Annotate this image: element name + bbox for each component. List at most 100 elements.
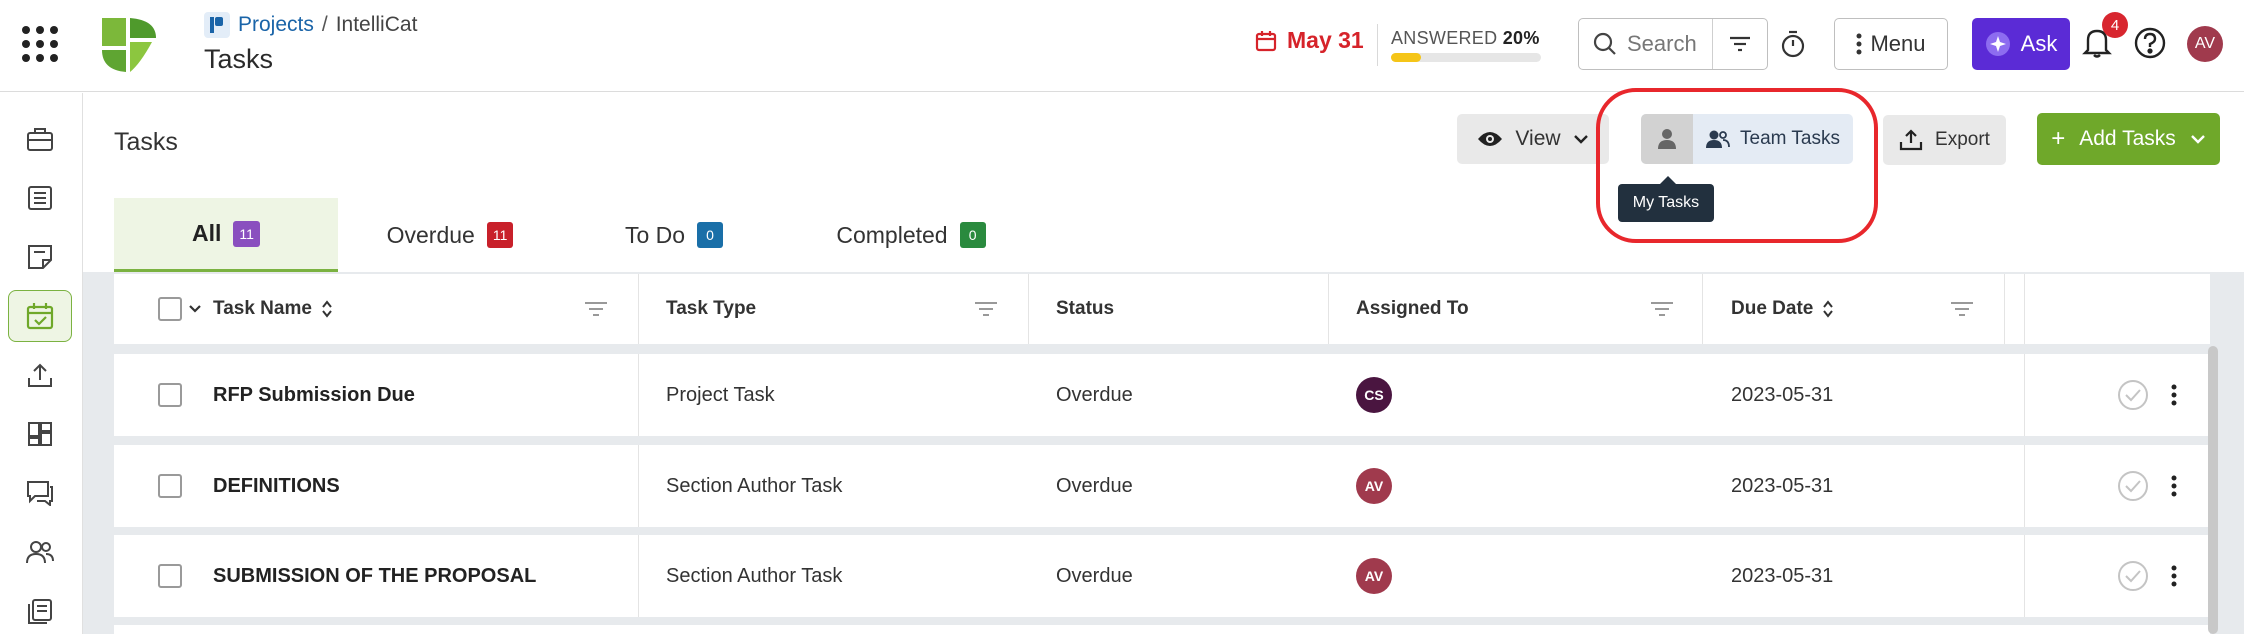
column-assigned-to[interactable]: Assigned To: [1356, 274, 1469, 344]
user-avatar[interactable]: AV: [2187, 26, 2223, 62]
column-label: Status: [1056, 298, 1115, 319]
filter-icon[interactable]: [584, 300, 608, 318]
tab-overdue[interactable]: Overdue 11: [338, 198, 562, 272]
filter-icon: [1730, 36, 1750, 52]
app-logo[interactable]: [100, 16, 158, 74]
table-header: Task Name Task Type Status Assigned To D…: [114, 274, 2210, 344]
row-checkbox[interactable]: [158, 474, 182, 498]
sidebar-item-briefcase[interactable]: [8, 113, 72, 165]
apps-grid-icon[interactable]: [20, 24, 60, 64]
sidebar-item-upload[interactable]: [8, 349, 72, 401]
table-row[interactable]: SUBMISSION OF THE PROPOSAL Section Autho…: [114, 535, 2210, 617]
notifications-button[interactable]: 4: [2082, 12, 2128, 63]
sidebar-item-list[interactable]: [8, 172, 72, 224]
search-filter-button[interactable]: [1713, 35, 1767, 53]
answered-progress-label: ANSWERED 20%: [1391, 28, 1540, 49]
breadcrumb-separator: /: [321, 13, 328, 36]
column-label: Due Date: [1731, 298, 1814, 319]
tab-all[interactable]: All 11: [114, 198, 338, 272]
view-dropdown-button[interactable]: View: [1457, 114, 1609, 164]
row-checkbox[interactable]: [158, 564, 182, 588]
filter-icon[interactable]: [1950, 300, 1974, 318]
task-name-cell[interactable]: DEFINITIONS: [213, 445, 340, 527]
export-button[interactable]: Export: [1883, 115, 2006, 165]
filter-icon[interactable]: [1650, 300, 1674, 318]
notification-count-badge: 4: [2102, 12, 2128, 38]
assignee-avatar[interactable]: AV: [1356, 468, 1392, 504]
search-input[interactable]: Search: [1579, 19, 1713, 69]
check-circle-icon[interactable]: [2117, 379, 2149, 411]
tab-count-badge: 11: [233, 220, 260, 247]
kebab-icon[interactable]: [2171, 565, 2177, 587]
sidebar-item-notes[interactable]: [8, 231, 72, 283]
calendar-check-icon: [26, 303, 54, 330]
filter-icon[interactable]: [974, 300, 998, 318]
task-type-cell: Section Author Task: [666, 474, 843, 497]
column-task-type[interactable]: Task Type: [666, 274, 756, 344]
chevron-down-icon[interactable]: [188, 304, 202, 314]
task-name-cell[interactable]: SUBMISSION OF THE PROPOSAL: [213, 535, 536, 617]
status-cell: Overdue: [1056, 383, 1133, 406]
briefcase-icon: [27, 128, 53, 151]
sort-icon[interactable]: [1823, 300, 1834, 318]
column-divider: [638, 354, 639, 436]
due-date-indicator[interactable]: May 31: [1255, 27, 1364, 54]
menu-button[interactable]: Menu: [1834, 18, 1948, 70]
column-status[interactable]: Status: [1056, 274, 1114, 344]
check-circle-icon[interactable]: [2117, 470, 2149, 502]
assignee-avatar[interactable]: AV: [1356, 558, 1392, 594]
row-select: [158, 445, 182, 527]
add-tasks-label: Add Tasks: [2079, 127, 2176, 150]
assignee-avatar[interactable]: CS: [1356, 377, 1392, 413]
table-row[interactable]: DEFINITIONS Section Author Task Overdue …: [114, 445, 2210, 527]
sidebar-item-chat[interactable]: [8, 467, 72, 519]
breadcrumb-current[interactable]: IntelliCat: [336, 13, 418, 37]
highlight-annotation: [1596, 88, 1878, 243]
users-icon: [26, 541, 54, 564]
note-icon: [28, 245, 52, 269]
column-divider: [2024, 354, 2025, 436]
row-checkbox[interactable]: [158, 383, 182, 407]
timer-icon[interactable]: [1780, 29, 1806, 59]
tab-count-badge: 0: [697, 222, 724, 248]
table-row: [114, 625, 2210, 634]
add-tasks-button[interactable]: + Add Tasks: [2037, 113, 2220, 165]
assignee-cell: AV: [1356, 535, 1392, 617]
tab-todo[interactable]: To Do 0: [562, 198, 786, 272]
column-divider: [1028, 274, 1029, 344]
sparkle-icon: [1985, 32, 2010, 56]
tab-count-badge: 11: [486, 222, 514, 248]
eye-icon: [1478, 132, 1503, 146]
select-all-header: [158, 274, 202, 344]
sidebar-item-tasks[interactable]: [8, 290, 72, 342]
view-label: View: [1515, 127, 1561, 150]
header-divider: [1377, 24, 1378, 66]
sidebar-item-library[interactable]: [8, 585, 72, 637]
ask-button[interactable]: Ask: [1972, 18, 2070, 70]
sidebar: [0, 93, 83, 634]
sort-icon[interactable]: [322, 300, 332, 318]
tab-completed[interactable]: Completed 0: [786, 198, 1036, 272]
table-row[interactable]: RFP Submission Due Project Task Overdue …: [114, 354, 2210, 436]
column-due-date[interactable]: Due Date: [1731, 274, 1834, 344]
due-date-cell: 2023-05-31: [1731, 564, 1834, 587]
select-all-checkbox[interactable]: [158, 297, 182, 321]
breadcrumb-projects-link[interactable]: Projects: [238, 13, 314, 37]
kebab-icon[interactable]: [2171, 384, 2177, 406]
due-date-cell: 2023-05-31: [1731, 383, 1834, 406]
column-label: Task Name: [213, 298, 312, 319]
kebab-icon: [1856, 33, 1862, 55]
task-name-cell[interactable]: RFP Submission Due: [213, 354, 415, 436]
check-circle-icon[interactable]: [2117, 560, 2149, 592]
help-icon[interactable]: [2134, 27, 2166, 59]
column-task-name[interactable]: Task Name: [213, 274, 332, 344]
table-scrollbar[interactable]: [2208, 346, 2218, 634]
column-divider: [2024, 535, 2025, 617]
column-divider: [638, 274, 639, 344]
column-divider: [2024, 274, 2025, 344]
sidebar-item-dashboard[interactable]: [8, 408, 72, 460]
sidebar-item-users[interactable]: [8, 526, 72, 578]
kebab-icon[interactable]: [2171, 475, 2177, 497]
breadcrumb: Projects / IntelliCat: [204, 12, 417, 38]
chevron-down-icon: [1573, 135, 1588, 144]
